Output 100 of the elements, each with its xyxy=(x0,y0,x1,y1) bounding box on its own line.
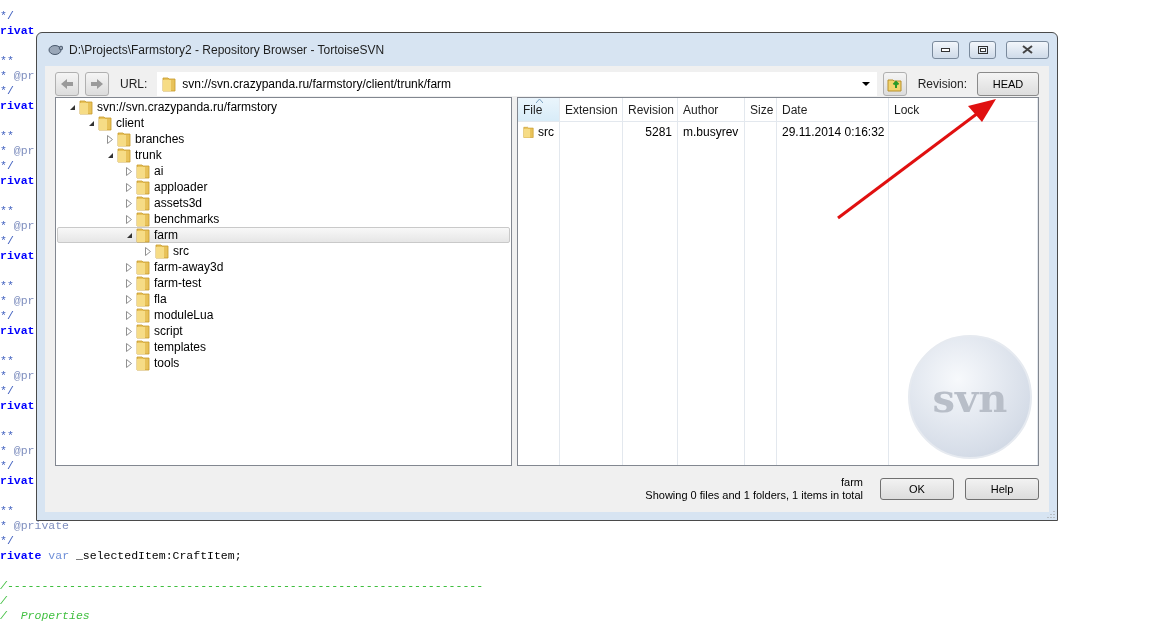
up-folder-button[interactable] xyxy=(882,72,907,96)
expand-triangle-icon[interactable] xyxy=(126,262,132,272)
folder-icon xyxy=(136,323,150,339)
expand-triangle-icon[interactable] xyxy=(126,310,132,320)
expand-triangle-icon[interactable] xyxy=(126,278,132,288)
collapse-triangle-icon[interactable] xyxy=(87,119,95,127)
url-label: URL: xyxy=(120,77,148,91)
tree-item[interactable]: script xyxy=(57,323,510,339)
window-title: D:\Projects\Farmstory2 - Repository Browser - TortoiseSVN xyxy=(69,42,386,57)
folder-icon xyxy=(136,339,150,355)
folder-icon xyxy=(136,211,150,227)
close-icon xyxy=(1022,45,1033,54)
tree-item[interactable]: trunk xyxy=(57,147,510,163)
tree-item[interactable]: benchmarks xyxy=(57,211,510,227)
folder-icon xyxy=(155,243,169,259)
status-summary: Showing 0 files and 1 folders, 1 items in total xyxy=(645,489,863,502)
code-line: / xyxy=(0,593,7,608)
code-line: * @pr xyxy=(0,368,35,383)
maximize-button[interactable] xyxy=(969,40,996,59)
left-arrow-icon xyxy=(60,78,74,90)
code-line: * @pr xyxy=(0,68,35,83)
table-cell-text: 5281 xyxy=(644,124,673,140)
tree-item[interactable]: src xyxy=(57,243,510,259)
tree-item[interactable]: client xyxy=(57,115,510,131)
tree-item[interactable]: ai xyxy=(57,163,510,179)
url-combo-field[interactable]: svn://svn.crazypanda.ru/farmstory/client/trunk/farm xyxy=(157,72,877,96)
collapse-triangle-icon[interactable] xyxy=(106,151,114,159)
expand-triangle-icon[interactable] xyxy=(126,326,132,336)
folder-icon xyxy=(136,163,150,179)
sort-caret-icon xyxy=(536,99,543,103)
tree-item[interactable]: moduleLua xyxy=(57,307,510,323)
right-arrow-icon xyxy=(90,78,104,90)
code-line: ** xyxy=(0,278,14,293)
folder-up-arrow-icon xyxy=(886,76,903,92)
code-line: / Properties xyxy=(0,608,90,623)
folder-icon xyxy=(136,355,150,371)
tree-item[interactable]: apploader xyxy=(57,179,510,195)
code-line: */ xyxy=(0,83,14,98)
folder-icon xyxy=(136,227,150,243)
expand-triangle-icon[interactable] xyxy=(126,342,132,352)
code-line: */ xyxy=(0,8,14,23)
expand-triangle-icon[interactable] xyxy=(126,198,132,208)
expand-triangle-icon[interactable] xyxy=(145,246,151,256)
close-button[interactable] xyxy=(1006,40,1049,59)
code-line: rivat xyxy=(0,398,35,413)
logo: svn xyxy=(908,335,1032,459)
tree-item[interactable]: farm xyxy=(57,227,510,243)
dropdown-caret-icon xyxy=(861,82,870,86)
code-line: /--------------------------------------------------------------------- xyxy=(0,578,484,593)
expand-triangle-icon[interactable] xyxy=(126,182,132,192)
expand-triangle-icon[interactable] xyxy=(126,358,132,368)
folder-icon xyxy=(136,179,150,195)
code-line: ** xyxy=(0,203,14,218)
code-line: */ xyxy=(0,383,14,398)
code-line: */ xyxy=(0,308,14,323)
tree-item[interactable]: assets3d xyxy=(57,195,510,211)
folder-icon xyxy=(136,195,150,211)
code-line: ** xyxy=(0,53,14,68)
tree-item[interactable]: farm-test xyxy=(57,275,510,291)
back-button[interactable] xyxy=(55,72,79,96)
tree-item[interactable]: farm-away3d xyxy=(57,259,510,275)
tree-item[interactable]: tools xyxy=(57,355,510,371)
code-line: */ xyxy=(0,533,14,548)
folder-icon xyxy=(117,147,131,163)
revision-button[interactable]: HEAD xyxy=(977,72,1039,96)
code-line: ** xyxy=(0,128,14,143)
collapse-triangle-icon[interactable] xyxy=(125,231,133,239)
code-line: * @private xyxy=(0,518,70,533)
tree-item[interactable]: templates xyxy=(57,339,510,355)
turtle-icon xyxy=(47,42,63,57)
resize-grip-icon xyxy=(1047,510,1055,518)
expand-triangle-icon[interactable] xyxy=(126,214,132,224)
code-line: ** xyxy=(0,428,14,443)
code-line: rivat xyxy=(0,248,35,263)
dialog-button[interactable]: Help xyxy=(965,478,1039,500)
expand-triangle-icon[interactable] xyxy=(107,134,113,144)
code-line: rivat xyxy=(0,173,35,188)
tree-item[interactable]: fla xyxy=(57,291,510,307)
collapse-triangle-icon[interactable] xyxy=(68,103,76,111)
dialog-button[interactable]: OK xyxy=(880,478,954,500)
expand-triangle-icon[interactable] xyxy=(126,294,132,304)
forward-button[interactable] xyxy=(85,72,109,96)
minimize-button[interactable] xyxy=(932,40,959,59)
expand-triangle-icon[interactable] xyxy=(126,166,132,176)
code-line: */ xyxy=(0,158,14,173)
folder-icon xyxy=(136,307,150,323)
folder-icon xyxy=(136,259,150,275)
column-header[interactable]: File xyxy=(518,98,559,122)
folder-icon xyxy=(136,291,150,307)
code-line: rivat xyxy=(0,323,35,338)
maximize-icon xyxy=(977,45,988,54)
code-line: rivat xyxy=(0,473,35,488)
table-cell[interactable]: src xyxy=(518,124,559,140)
code-line: */ xyxy=(0,458,14,473)
minimize-icon xyxy=(941,47,950,52)
tree-item[interactable]: svn://svn.crazypanda.ru/farmstory xyxy=(57,99,510,115)
tree-item[interactable]: branches xyxy=(57,131,510,147)
folder-icon xyxy=(79,99,93,115)
code-line: rivat xyxy=(0,98,35,113)
folder-icon xyxy=(136,275,150,291)
